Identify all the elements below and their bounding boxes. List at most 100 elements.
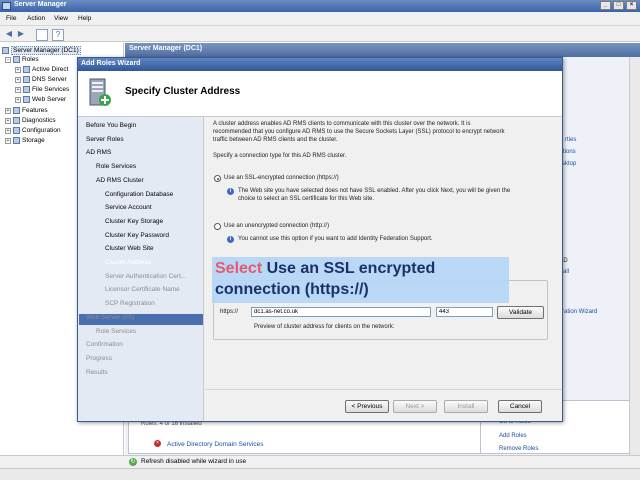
intro-line-2: recommended that you configure AD RMS to… <box>213 129 505 135</box>
collapse-icon[interactable]: − <box>5 56 11 63</box>
tree-item-file-services[interactable]: + File Services <box>15 86 69 93</box>
close-button[interactable]: × <box>626 1 637 10</box>
menu-action[interactable]: Action <box>27 15 45 22</box>
protocol-label: https:// <box>220 309 239 315</box>
wizard-step-ad-rms-cluster[interactable]: AD RMS Cluster <box>96 177 144 184</box>
status-text: Refresh disabled while wizard in use <box>141 458 247 465</box>
expand-icon[interactable]: + <box>15 96 21 103</box>
port-input[interactable] <box>436 307 493 317</box>
unencrypted-radio[interactable] <box>214 223 221 230</box>
wizard-step-progress: Progress <box>86 354 113 362</box>
wizard-step-before-you-begin[interactable]: Before You Begin <box>86 122 136 129</box>
expand-icon[interactable]: + <box>5 137 11 144</box>
wizard-step-ad-rms[interactable]: AD RMS <box>86 149 111 156</box>
tree-item-features[interactable]: + Features <box>5 107 48 114</box>
tree-item-web-server[interactable]: + Web Server <box>15 96 66 103</box>
help-icon[interactable]: ? <box>52 29 64 41</box>
add-roles-link[interactable]: Add Roles <box>499 433 527 439</box>
expand-icon[interactable]: + <box>15 76 21 83</box>
maximize-button[interactable]: □ <box>613 1 624 10</box>
server-plus-icon <box>89 78 111 106</box>
wizard-step-scp-registration: SCP Registration <box>105 300 155 308</box>
tree-item-diagnostics[interactable]: + Diagnostics <box>5 117 56 124</box>
next-button[interactable]: Next > <box>393 400 437 413</box>
fqdn-input[interactable] <box>251 307 431 317</box>
install-button[interactable]: Install <box>444 400 488 413</box>
unencrypted-note: You cannot use this option if you want t… <box>238 236 433 242</box>
window-title: Server Manager <box>14 1 67 8</box>
unencrypted-option-label[interactable]: Use an unencrypted connection (http://) <box>224 222 329 230</box>
expand-icon[interactable]: + <box>5 127 11 134</box>
wizard-step-role-services: Role Services <box>96 327 137 335</box>
wizard-footer: < Previous Next > Install Cancel <box>205 389 562 421</box>
info-icon: i <box>227 188 234 195</box>
server-icon <box>2 47 9 54</box>
diagnostics-icon <box>13 117 20 124</box>
expand-icon[interactable]: + <box>15 86 21 93</box>
show-hide-tree-icon[interactable] <box>36 29 48 41</box>
ssl-radio[interactable] <box>214 175 221 182</box>
ssl-option-label[interactable]: Use an SSL-encrypted connection (https:/… <box>224 174 339 182</box>
wizard-step-role-services[interactable]: Role Services <box>96 163 136 170</box>
horizontal-scrollbar[interactable] <box>0 468 640 480</box>
expand-icon[interactable]: + <box>5 107 11 114</box>
expand-icon[interactable]: + <box>15 66 21 73</box>
tree-item-configuration[interactable]: + Configuration <box>5 127 61 134</box>
properties-link[interactable]: rties <box>565 137 576 143</box>
role-icon <box>23 76 30 83</box>
callout-line-1: Use an SSL encrypted <box>266 260 436 277</box>
tree-item-server-manager[interactable]: Server Manager (DC1) <box>2 46 81 55</box>
intro-line-3: traffic between AD RMS clients and the c… <box>213 137 338 143</box>
features-icon <box>13 107 20 114</box>
wizard-titlebar: Add Roles Wizard <box>78 58 562 71</box>
roles-icon <box>13 56 20 63</box>
wizard-header: Specify Cluster Address <box>78 71 562 117</box>
validate-button[interactable]: Validate <box>497 306 544 319</box>
error-icon: × <box>154 440 161 447</box>
configuration-wizard-link[interactable]: ration Wizard <box>562 309 597 315</box>
wizard-step-cluster-address[interactable]: Cluster Address <box>105 259 151 266</box>
back-arrow-icon[interactable]: ◀ <box>4 29 14 39</box>
previous-button[interactable]: < Previous <box>345 400 389 413</box>
menu-bar: File Action View Help <box>0 12 640 26</box>
right-pane-header: Server Manager (DC1) <box>125 43 640 57</box>
tree-item-dns-server[interactable]: + DNS Server <box>15 76 67 83</box>
connections-link[interactable]: tions <box>563 149 576 155</box>
menu-view[interactable]: View <box>54 15 68 22</box>
minimize-button[interactable]: _ <box>600 1 611 10</box>
wizard-step-cluster-web-site[interactable]: Cluster Web Site <box>105 245 154 252</box>
wizard-heading: Specify Cluster Address <box>125 86 241 97</box>
forward-arrow-icon[interactable]: ▶ <box>16 29 26 39</box>
wizard-title: Add Roles Wizard <box>81 60 141 67</box>
wizard-step-confirmation: Confirmation <box>86 341 123 349</box>
wizard-content: A cluster address enables AD RMS clients… <box>205 117 562 389</box>
role-icon <box>23 66 30 73</box>
vertical-scrollbar[interactable] <box>629 57 640 455</box>
role-icon <box>23 86 30 93</box>
ad-ds-link[interactable]: Active Directory Domain Services <box>167 441 263 448</box>
wizard-step-licensor-certificate-name: Licensor Certificate Name <box>105 286 180 294</box>
wizard-step-cluster-key-storage[interactable]: Cluster Key Storage <box>105 218 163 225</box>
install-link[interactable]: all <box>563 269 569 275</box>
expand-icon[interactable]: + <box>5 117 11 124</box>
tree-item-active-directory[interactable]: + Active Direct <box>15 66 68 73</box>
intro-line-1: A cluster address enables AD RMS clients… <box>213 121 471 127</box>
wizard-step-results: Results <box>86 368 108 376</box>
menu-help[interactable]: Help <box>78 15 91 22</box>
wizard-step-service-account[interactable]: Service Account <box>105 204 152 211</box>
wizard-step-cluster-key-password[interactable]: Cluster Key Password <box>105 232 169 239</box>
status-bar: ↻ Refresh disabled while wizard in use <box>0 455 640 468</box>
wizard-step-configuration-database[interactable]: Configuration Database <box>105 191 173 198</box>
remote-desktop-link[interactable]: sktop <box>562 161 576 167</box>
add-roles-wizard-dialog: Add Roles Wizard Specify Cluster Address… <box>77 57 563 422</box>
connection-prompt: Specify a connection type for this AD RM… <box>213 153 347 159</box>
ssl-note-line-1: The Web site you have selected does not … <box>238 188 511 194</box>
info-icon: i <box>227 236 234 243</box>
cancel-button[interactable]: Cancel <box>498 400 542 413</box>
tree-item-storage[interactable]: + Storage <box>5 137 45 144</box>
tree-item-roles[interactable]: − Roles <box>5 56 39 63</box>
wizard-step-server-roles[interactable]: Server Roles <box>86 136 124 143</box>
menu-file[interactable]: File <box>6 15 16 22</box>
remove-roles-link[interactable]: Remove Roles <box>499 446 538 452</box>
window-titlebar: Server Manager _ □ × <box>0 0 640 12</box>
